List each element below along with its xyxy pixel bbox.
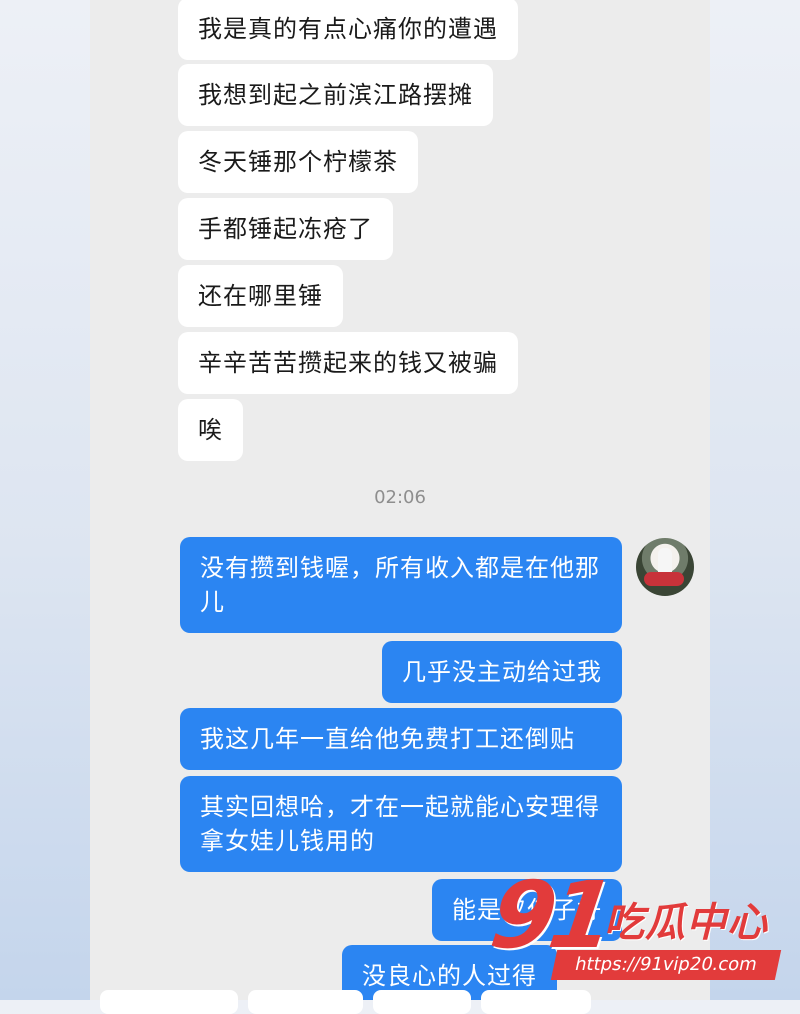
incoming-message-bubble[interactable]: 手都锤起冻疮了 <box>178 198 393 260</box>
avatar-scooter <box>644 572 684 586</box>
outgoing-message-bubble[interactable]: 其实回想哈，才在一起就能心安理得拿女娃儿钱用的 <box>180 776 622 872</box>
watermark-name: 吃瓜中心 <box>604 900 768 946</box>
incoming-message-bubble[interactable]: 唉 <box>178 399 243 461</box>
quick-reply-chip[interactable] <box>100 990 238 1014</box>
quick-reply-chip[interactable] <box>373 990 471 1014</box>
incoming-message-bubble[interactable]: 辛辛苦苦攒起来的钱又被骗 <box>178 332 518 394</box>
chat-panel[interactable]: 我是真的有点心痛你的遭遇 我想到起之前滨江路摆摊 冬天锤那个柠檬茶 手都锤起冻疮… <box>90 0 710 1000</box>
incoming-message-bubble[interactable]: 我是真的有点心痛你的遭遇 <box>178 0 518 60</box>
watermark-url: https://91vip20.com <box>550 950 782 980</box>
message-timestamp: 02:06 <box>374 487 426 508</box>
outgoing-message-bubble[interactable]: 没有攒到钱喔，所有收入都是在他那儿 <box>180 537 622 633</box>
incoming-message-bubble[interactable]: 还在哪里锤 <box>178 265 343 327</box>
quick-reply-chip[interactable] <box>248 990 363 1014</box>
incoming-message-bubble[interactable]: 我想到起之前滨江路摆摊 <box>178 64 493 126</box>
user-avatar[interactable] <box>636 538 694 596</box>
outgoing-message-bubble[interactable]: 我这几年一直给他免费打工还倒贴 <box>180 708 622 770</box>
outgoing-message-bubble[interactable]: 几乎没主动给过我 <box>382 641 622 703</box>
quick-reply-chip[interactable] <box>481 990 591 1014</box>
site-watermark: 91 吃瓜中心 https://91vip20.com <box>485 862 792 986</box>
incoming-message-bubble[interactable]: 冬天锤那个柠檬茶 <box>178 131 418 193</box>
